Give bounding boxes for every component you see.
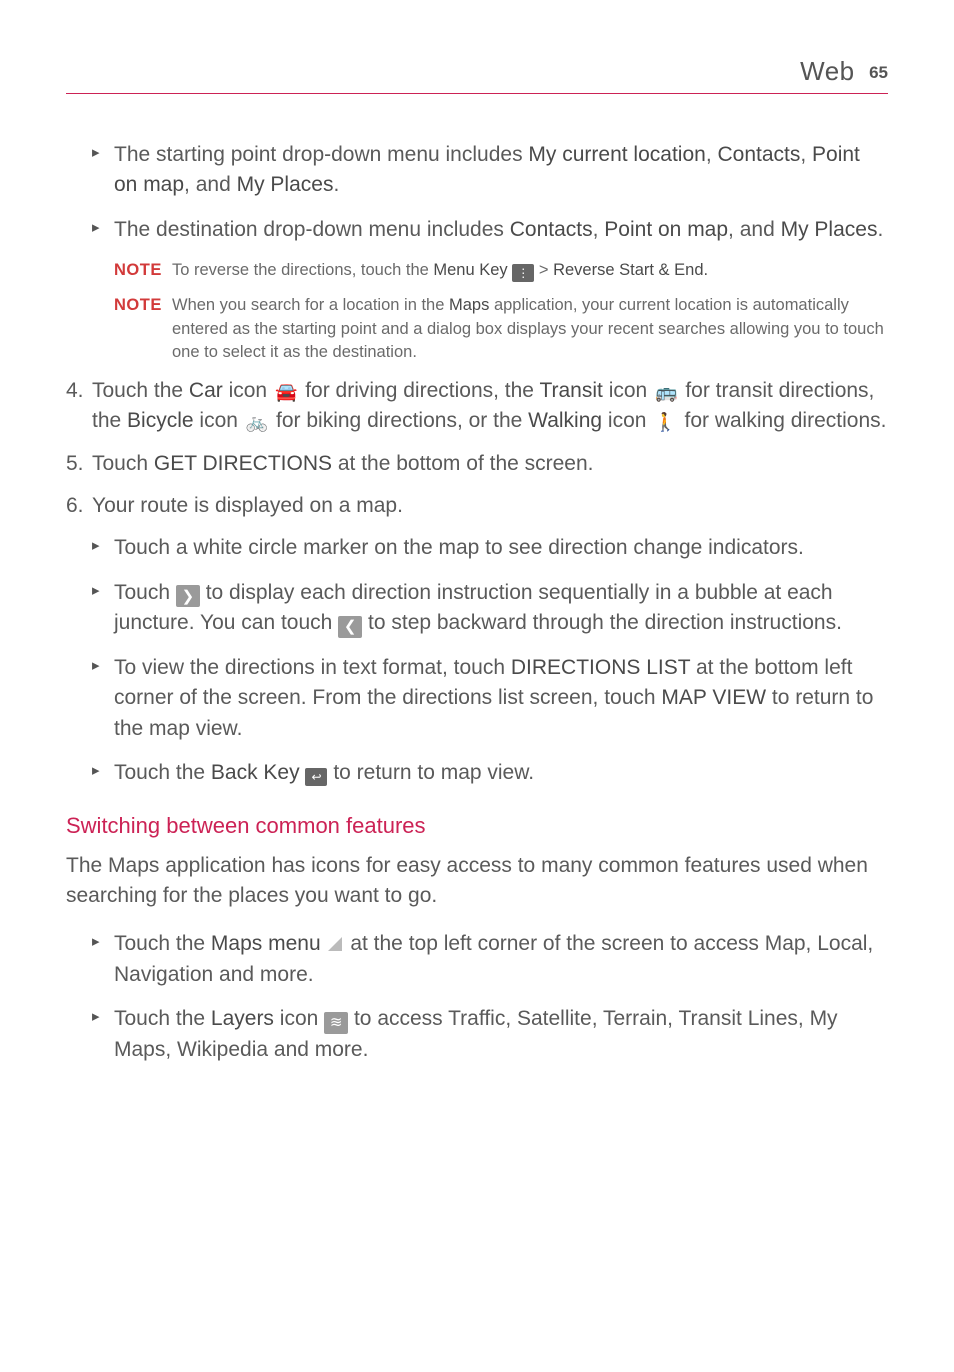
page-header: Web 65 (66, 56, 888, 94)
note: NOTE When you search for a location in t… (114, 294, 888, 363)
text-bold: Bicycle (127, 409, 194, 432)
text: . (877, 218, 883, 241)
text: The starting point drop-down menu includ… (114, 143, 528, 166)
note: NOTE To reverse the directions, touch th… (114, 259, 888, 282)
transit-icon: 🚌 (653, 379, 679, 405)
list-item: Touch ❯ to display each direction instru… (92, 578, 888, 639)
step-number: 6. (66, 491, 92, 521)
top-bullet-list: The starting point drop-down menu includ… (92, 140, 888, 245)
text: , and (728, 218, 781, 241)
next-step-icon: ❯ (176, 585, 200, 607)
subheading: Switching between common features (66, 813, 888, 839)
text: Touch the (92, 379, 189, 402)
maps-menu-icon (328, 937, 342, 951)
text-bold: Point on map (604, 218, 728, 241)
text: To reverse the directions, touch the (172, 261, 433, 279)
text: icon (274, 1007, 324, 1030)
step-content: Your route is displayed on a map. (92, 491, 888, 521)
text-bold: Reverse Start & End. (553, 261, 708, 279)
list-item: Touch the Maps menu at the top left corn… (92, 929, 888, 990)
text-bold: Maps (449, 296, 489, 314)
text: to return to map view. (333, 761, 534, 784)
step-5: 5. Touch GET DIRECTIONS at the bottom of… (66, 449, 888, 479)
bottom-bullet-list: Touch the Maps menu at the top left corn… (92, 929, 888, 1065)
text: icon (602, 409, 652, 432)
prev-step-icon: ❮ (338, 616, 362, 638)
text: Touch the (114, 761, 211, 784)
layers-icon: ≋ (324, 1012, 348, 1034)
step-number: 4. (66, 376, 92, 437)
step-content: Touch GET DIRECTIONS at the bottom of th… (92, 449, 888, 479)
note-tag: NOTE (114, 259, 172, 282)
back-key-icon: ↩ (305, 768, 327, 786)
list-item: The starting point drop-down menu includ… (92, 140, 888, 201)
text: , (800, 143, 812, 166)
text-bold: Back Key (211, 761, 300, 784)
text: > (534, 261, 553, 279)
text-bold: My Places (237, 173, 334, 196)
text: Touch a white circle marker on the map t… (114, 536, 804, 559)
step-4: 4. Touch the Car icon 🚘 for driving dire… (66, 376, 888, 437)
paragraph: The Maps application has icons for easy … (66, 851, 888, 912)
list-item: Touch a white circle marker on the map t… (92, 533, 888, 563)
step-6: 6. Your route is displayed on a map. (66, 491, 888, 521)
list-item: The destination drop-down menu includes … (92, 215, 888, 245)
text: When you search for a location in the (172, 296, 449, 314)
car-icon: 🚘 (273, 379, 299, 405)
walking-icon: 🚶 (652, 409, 678, 435)
text-bold: My current location (528, 143, 705, 166)
sub-bullet-list: Touch a white circle marker on the map t… (92, 533, 888, 788)
text-bold: Layers (211, 1007, 274, 1030)
list-item: Touch the Layers icon ≋ to access Traffi… (92, 1004, 888, 1065)
text-bold: Contacts (510, 218, 593, 241)
note-body: To reverse the directions, touch the Men… (172, 259, 888, 282)
note-tag: NOTE (114, 294, 172, 363)
text: , (593, 218, 605, 241)
text: The destination drop-down menu includes (114, 218, 510, 241)
text-bold: GET DIRECTIONS (154, 452, 332, 475)
text-bold: MAP VIEW (661, 686, 766, 709)
bicycle-icon: 🚲 (244, 409, 270, 435)
text-bold: Maps menu (211, 932, 321, 955)
page-number: 65 (869, 63, 888, 82)
text-bold: Menu Key (433, 261, 507, 279)
text: Your route is displayed on a map. (92, 494, 403, 517)
text: Touch (92, 452, 154, 475)
text: icon (223, 379, 273, 402)
text-bold: DIRECTIONS LIST (511, 656, 690, 679)
text: To view the directions in text format, t… (114, 656, 511, 679)
text: for driving directions, the (299, 379, 539, 402)
text: icon (603, 379, 653, 402)
step-number: 5. (66, 449, 92, 479)
menu-key-icon: ⋮ (512, 264, 534, 282)
text-bold: Transit (539, 379, 602, 402)
text: Touch (114, 581, 176, 604)
text: icon (194, 409, 244, 432)
text: to step backward through the direction i… (362, 611, 842, 634)
page: Web 65 The starting point drop-down menu… (0, 0, 954, 1139)
section-name: Web (800, 56, 855, 86)
text: Touch the (114, 932, 211, 955)
text-bold: Car (189, 379, 223, 402)
note-body: When you search for a location in the Ma… (172, 294, 888, 363)
text: Touch the (114, 1007, 211, 1030)
text: , (706, 143, 718, 166)
text: at the bottom of the screen. (332, 452, 594, 475)
text-bold: Contacts (717, 143, 800, 166)
text: . (333, 173, 339, 196)
list-item: To view the directions in text format, t… (92, 653, 888, 744)
step-content: Touch the Car icon 🚘 for driving directi… (92, 376, 888, 437)
text: for biking directions, or the (270, 409, 528, 432)
text: , and (184, 173, 237, 196)
text-bold: My Places (781, 218, 878, 241)
text-bold: Walking (528, 409, 602, 432)
list-item: Touch the Back Key ↩ to return to map vi… (92, 758, 888, 788)
text: for walking directions. (679, 409, 887, 432)
